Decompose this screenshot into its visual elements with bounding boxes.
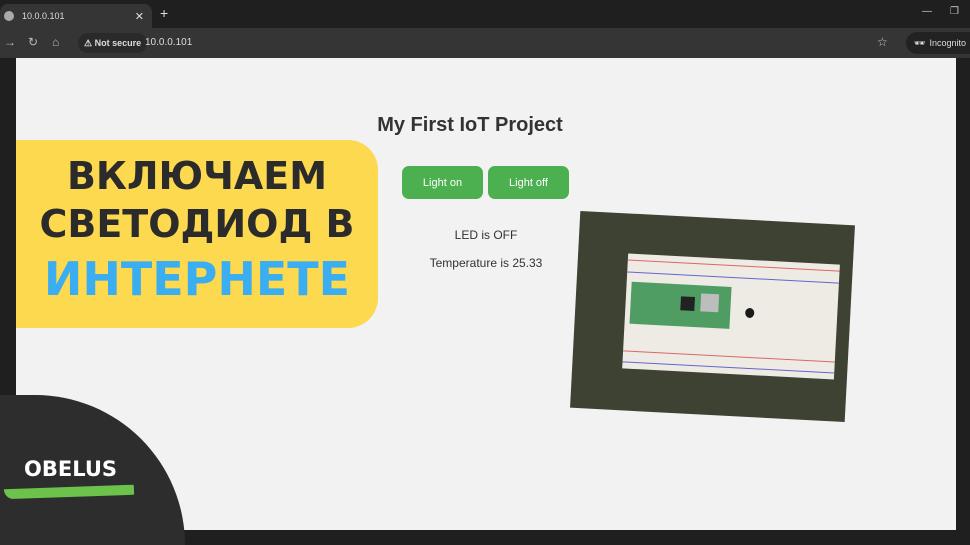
warning-icon: ⚠ — [84, 37, 95, 48]
incognito-icon: 🕶 — [914, 37, 926, 48]
red-rail — [623, 350, 835, 363]
page-title-text: My First IoT Project — [377, 114, 563, 136]
page-title: My First IoT Project — [0, 114, 940, 137]
breadboard — [622, 253, 840, 380]
browser-tab[interactable]: 10.0.0.101 ✕ — [0, 4, 152, 28]
light-on-button[interactable]: Light on — [402, 166, 483, 199]
restore-icon[interactable]: ❐ — [950, 6, 959, 17]
reload-icon[interactable]: ↻ — [28, 35, 38, 49]
home-icon[interactable]: ⌂ — [52, 35, 59, 49]
incognito-badge[interactable]: 🕶 Incognito — [906, 32, 970, 54]
chip — [680, 296, 695, 312]
led-status: LED is OFF — [454, 228, 518, 242]
globe-icon — [4, 11, 14, 21]
red-rail — [627, 259, 840, 272]
banner-line-2: СВЕТОДИОД В — [39, 202, 355, 246]
security-indicator[interactable]: ⚠ Not secure — [78, 33, 148, 53]
forward-icon[interactable]: → — [4, 35, 16, 49]
tab-title: 10.0.0.101 — [22, 11, 65, 21]
pico-board — [629, 281, 732, 329]
temperature-readout: Temperature is 25.33 — [429, 256, 543, 270]
temperature-sensor — [744, 307, 755, 319]
title-banner: ВКЛЮЧАЕМ СВЕТОДИОД В ИНТЕРНЕТЕ — [16, 140, 378, 328]
light-off-button[interactable]: Light off — [488, 166, 569, 199]
banner-line-3: ИНТЕРНЕТЕ — [43, 252, 351, 306]
green-swoosh — [3, 484, 135, 500]
close-tab-icon[interactable]: ✕ — [135, 10, 144, 23]
breadboard-photo — [570, 210, 855, 423]
bookmark-star-icon[interactable]: ☆ — [877, 35, 888, 49]
toolbar: → ↻ ⌂ ⚠ Not secure 10.0.0.101 ☆ 🕶 Incogn… — [0, 28, 970, 58]
security-label: Not secure — [94, 38, 142, 48]
wifi-module — [700, 293, 720, 313]
banner-line-1: ВКЛЮЧАЕМ — [66, 154, 328, 198]
tab-bar: 10.0.0.101 ✕ + — ❐ — [0, 0, 970, 28]
blue-rail — [627, 271, 839, 284]
minimize-icon[interactable]: — — [922, 6, 932, 17]
blue-rail — [622, 361, 835, 374]
obelus-logo: OBELUS — [24, 457, 118, 481]
new-tab-button[interactable]: + — [160, 5, 168, 21]
incognito-label: Incognito — [929, 38, 966, 48]
address-bar[interactable]: 10.0.0.101 — [145, 37, 192, 48]
